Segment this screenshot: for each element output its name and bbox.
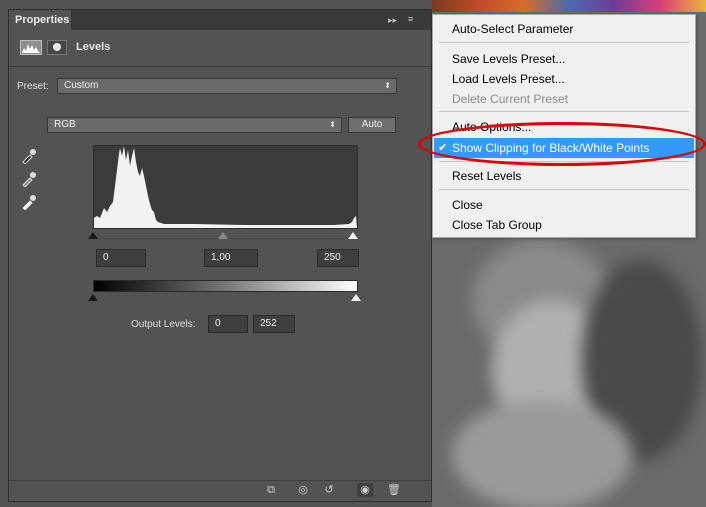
menu-item-delete-current-preset: Delete Current Preset	[452, 92, 569, 106]
input-black-field[interactable]: 0	[96, 249, 146, 267]
output-black-field[interactable]: 0	[208, 315, 248, 333]
histogram	[93, 145, 358, 229]
histogram-graph	[94, 146, 357, 228]
color-strip	[432, 0, 706, 12]
preset-label: Preset:	[17, 81, 49, 92]
updown-arrow-icon: ⬍	[329, 120, 336, 129]
menu-item-save-levels-preset[interactable]: Save Levels Preset...	[434, 49, 694, 69]
channel-value: RGB	[54, 119, 76, 130]
output-gradient	[93, 280, 358, 292]
menu-separator	[439, 111, 689, 112]
white-input-slider[interactable]	[348, 232, 358, 239]
panel-menu-icon[interactable]: ≡	[408, 14, 426, 26]
menu-item-reset-levels[interactable]: Reset Levels	[434, 166, 694, 186]
divider	[9, 66, 431, 67]
menu-item-auto-select-parameter[interactable]: Auto-Select Parameter	[434, 19, 694, 39]
panel-title: Levels	[76, 41, 111, 53]
annotation-ellipse	[418, 122, 706, 166]
channel-select[interactable]: RGB ⬍	[47, 117, 342, 133]
view-previous-icon[interactable]: ◎	[295, 483, 311, 497]
menu-separator	[439, 189, 689, 190]
menu-item-close-tab-group[interactable]: Close Tab Group	[434, 215, 694, 235]
black-point-eyedropper-icon[interactable]	[21, 148, 37, 165]
tab-properties[interactable]: Properties	[9, 10, 71, 30]
reset-icon[interactable]: ↺	[321, 483, 337, 497]
output-white-field[interactable]: 252	[253, 315, 295, 333]
clip-to-layer-icon[interactable]: ⧉	[263, 483, 279, 497]
black-output-slider[interactable]	[88, 294, 98, 301]
menu-item-close[interactable]: Close	[434, 195, 694, 215]
levels-adjustment-icon[interactable]	[20, 40, 42, 55]
tab-bar	[9, 10, 431, 30]
menu-separator	[439, 42, 689, 43]
preset-value: Custom	[64, 80, 99, 91]
auto-button[interactable]: Auto	[348, 117, 396, 133]
trash-icon[interactable]: 🗑	[386, 483, 402, 497]
layer-mask-icon[interactable]	[47, 40, 67, 55]
updown-arrow-icon: ⬍	[384, 81, 391, 90]
black-input-slider[interactable]	[88, 232, 98, 239]
input-white-field[interactable]: 250	[317, 249, 359, 267]
white-point-eyedropper-icon[interactable]	[21, 194, 37, 211]
output-levels-label: Output Levels:	[131, 319, 196, 330]
gamma-input-slider[interactable]	[218, 232, 228, 239]
white-output-slider[interactable]	[351, 294, 361, 301]
visibility-eye-icon[interactable]: ◉	[357, 483, 373, 497]
canvas-blur	[452, 400, 632, 507]
input-gamma-field[interactable]: 1,00	[204, 249, 258, 267]
preset-select[interactable]: Custom ⬍	[57, 78, 397, 94]
menu-item-load-levels-preset[interactable]: Load Levels Preset...	[434, 69, 694, 89]
gray-point-eyedropper-icon[interactable]	[21, 171, 37, 188]
